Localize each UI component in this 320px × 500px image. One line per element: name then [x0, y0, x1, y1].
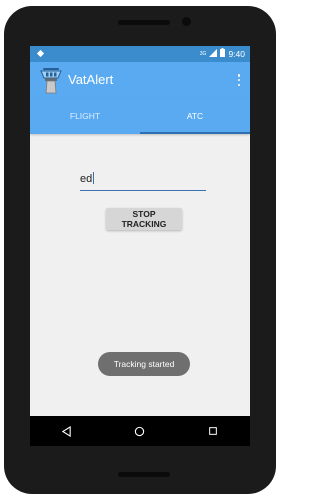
overflow-menu-icon[interactable] [234, 72, 244, 88]
stop-tracking-button[interactable]: STOP TRACKING [106, 208, 182, 230]
tab-bar: FLIGHT ATC [30, 98, 250, 134]
text-cursor [93, 172, 94, 184]
notification-icon [36, 49, 45, 60]
back-button[interactable] [56, 420, 78, 442]
app-bar: VatAlert [30, 62, 250, 98]
home-button[interactable] [129, 420, 151, 442]
system-nav-bar [30, 416, 250, 446]
control-tower-icon [40, 66, 62, 94]
earpiece-speaker [118, 20, 170, 25]
back-icon [61, 425, 71, 437]
home-icon [135, 426, 145, 436]
battery-icon [220, 48, 226, 59]
front-camera [182, 17, 191, 26]
signal-icon [209, 48, 218, 59]
tab-atc[interactable]: ATC [140, 98, 250, 134]
callsign-field [80, 168, 206, 191]
app-title: VatAlert [68, 72, 114, 87]
recents-button[interactable] [202, 420, 224, 442]
network-type-label: 3G [199, 50, 207, 57]
screen: 3G 9:40 VatAlert FLIGHT ATC ed STOP TRAC… [30, 46, 250, 446]
toast-message: Tracking started [98, 352, 190, 376]
bottom-speaker [118, 472, 170, 477]
callsign-input[interactable] [80, 170, 206, 188]
status-time: 9:40 [228, 48, 245, 59]
phone-frame: 3G 9:40 VatAlert FLIGHT ATC ed STOP TRAC… [4, 6, 276, 494]
tab-flight[interactable]: FLIGHT [30, 98, 140, 134]
recents-icon [209, 427, 218, 435]
status-bar: 3G 9:40 [30, 46, 250, 62]
